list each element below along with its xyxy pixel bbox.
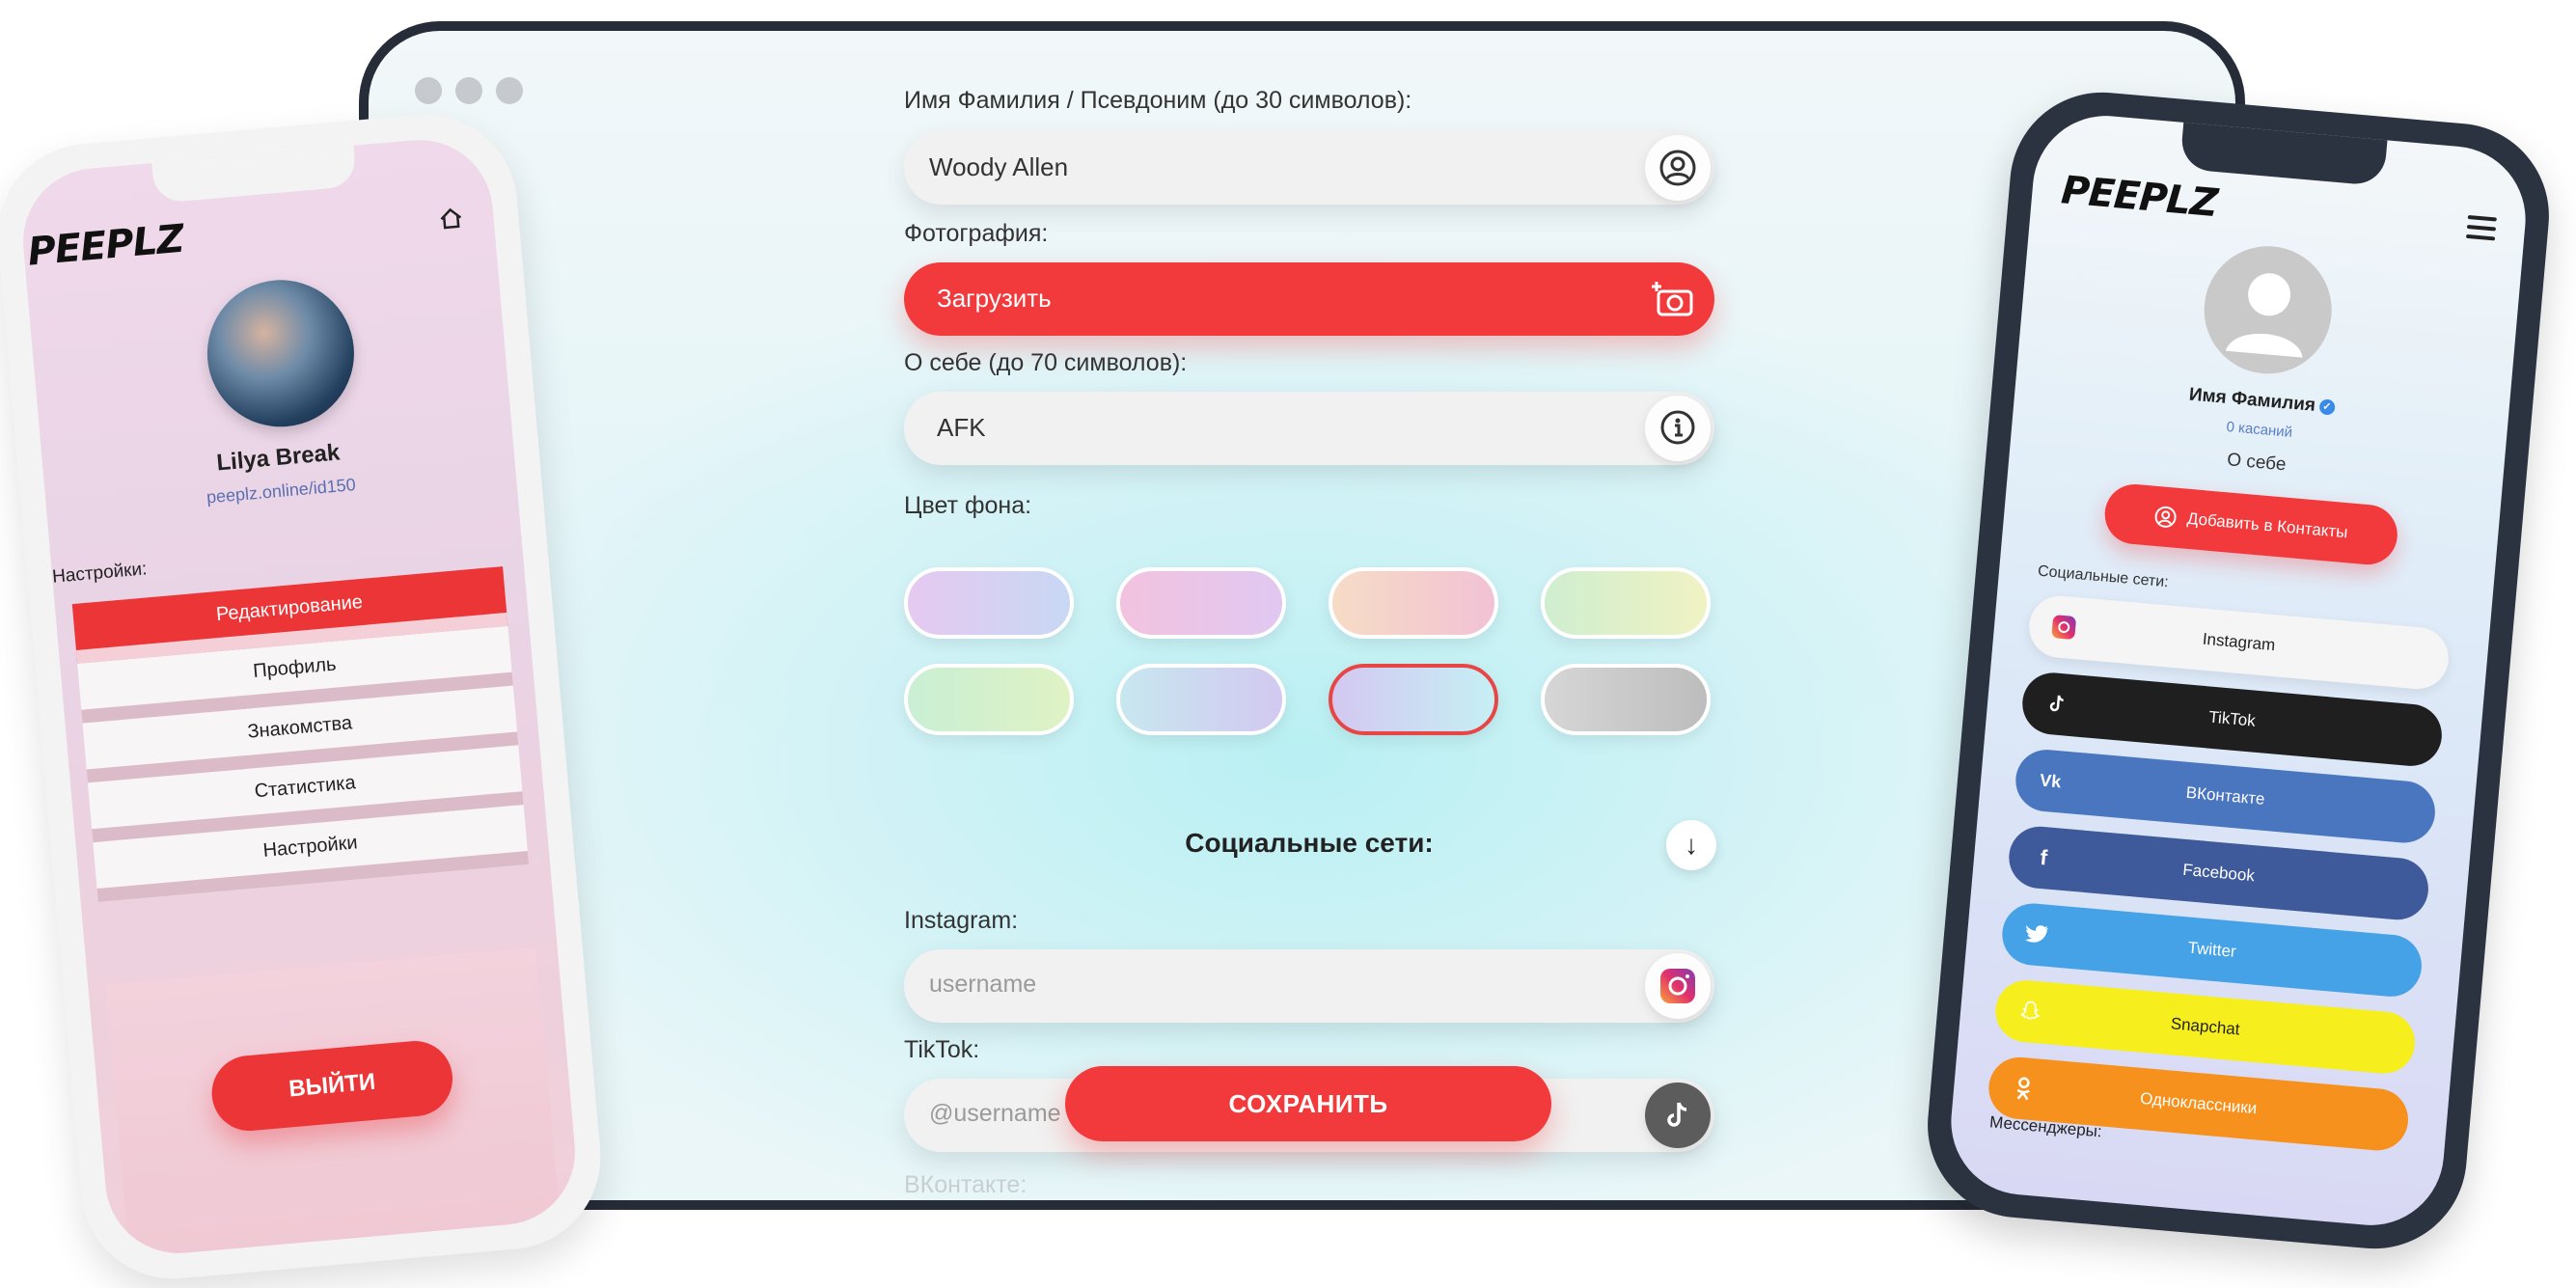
- avatar: [201, 273, 361, 433]
- edit-profile-form: Имя Фамилия / Псевдоним (до 30 символов)…: [904, 31, 1716, 1200]
- add-contact-icon: [2155, 506, 2178, 528]
- bg-color-swatch[interactable]: [904, 567, 1074, 639]
- instagram-placeholder[interactable]: username: [929, 971, 1036, 999]
- arrow-down-icon[interactable]: ↓: [1666, 820, 1716, 870]
- window-dot-maximize[interactable]: [496, 77, 523, 104]
- left-phone-notch: [151, 143, 358, 205]
- right-phone-body: PEEPLZ Имя Фамилия ✓ 0 касаний О себе Доб…: [1920, 84, 2557, 1257]
- profile-name: Имя Фамилия: [2188, 384, 2316, 416]
- window-dot-close[interactable]: [415, 77, 442, 104]
- left-phone-body: PEEPLZ Lilya Break peeplz.online/id150 Н…: [0, 106, 609, 1287]
- name-value[interactable]: Woody Allen: [929, 152, 1068, 182]
- social-link-label: Одноклассники: [2139, 1088, 2259, 1118]
- add-to-contacts-button[interactable]: Добавить в Контакты: [2102, 481, 2400, 567]
- social-link-label: Twitter: [2186, 938, 2237, 961]
- snapchat-icon: [2015, 997, 2044, 1026]
- instagram-label: Instagram:: [904, 907, 1019, 934]
- social-link-label: Instagram: [2202, 629, 2277, 655]
- peeplz-logo[interactable]: PEEPLZ: [2060, 168, 2219, 226]
- right-phone: PEEPLZ Имя Фамилия ✓ 0 касаний О себе Доб…: [1920, 84, 2557, 1257]
- window-dot-minimize[interactable]: [455, 77, 482, 104]
- add-photo-icon: [1651, 276, 1697, 327]
- user-circle-icon: [1645, 135, 1711, 201]
- home-icon[interactable]: [436, 204, 466, 237]
- settings-label: Настройки:: [51, 559, 149, 588]
- add-contact-label: Добавить в Контакты: [2186, 508, 2349, 542]
- instagram-icon: [1645, 953, 1711, 1019]
- right-phone-notch: [2179, 120, 2388, 187]
- left-phone: PEEPLZ Lilya Break peeplz.online/id150 Н…: [0, 106, 609, 1287]
- twitter-icon: [2022, 920, 2051, 949]
- instagram-icon: [2049, 613, 2078, 642]
- about-field[interactable]: AFK: [904, 392, 1714, 465]
- instagram-field[interactable]: username: [904, 949, 1714, 1023]
- odnoklassniki-icon: [2009, 1074, 2038, 1103]
- bg-color-swatch[interactable]: [1116, 664, 1286, 735]
- tiktok-placeholder[interactable]: @username: [929, 1100, 1061, 1128]
- window-controls: [415, 77, 523, 104]
- about-value[interactable]: AFK: [937, 413, 986, 443]
- upload-label: Загрузить: [937, 284, 1052, 313]
- name-field[interactable]: Woody Allen: [904, 131, 1714, 205]
- menu-icon[interactable]: [2465, 214, 2497, 247]
- tiktok-label: TikTok:: [904, 1036, 980, 1063]
- bg-color-swatch[interactable]: [1541, 567, 1711, 639]
- social-section-title: Социальные сети:: [1185, 828, 1434, 858]
- right-phone-screen: PEEPLZ Имя Фамилия ✓ 0 касаний О себе Доб…: [1945, 109, 2532, 1232]
- facebook-icon: f: [2039, 844, 2049, 870]
- social-link-label: Facebook: [2181, 860, 2256, 886]
- bg-color-swatch[interactable]: [904, 664, 1074, 735]
- social-link-label: TikTok: [2207, 707, 2257, 730]
- upload-photo-button[interactable]: Загрузить: [904, 262, 1714, 336]
- vk-icon: Vk: [2039, 770, 2063, 791]
- social-link-label: Snapchat: [2170, 1014, 2241, 1039]
- bg-color-swatch[interactable]: [1541, 664, 1711, 735]
- bg-color-swatch[interactable]: [1116, 567, 1286, 639]
- save-button[interactable]: СОХРАНИТЬ: [1065, 1066, 1551, 1141]
- left-phone-screen: PEEPLZ Lilya Break peeplz.online/id150 Н…: [16, 133, 582, 1260]
- settings-menu: Редактирование Профиль Знакомства Статистик…: [71, 566, 530, 902]
- vk-label: ВКонтакте:: [904, 1171, 1028, 1198]
- tiktok-icon: [2042, 690, 2071, 719]
- avatar-placeholder-icon: [2199, 240, 2338, 379]
- social-links-list: Instagram TikTok Vk ВКонтакте f Facebook Twitt…: [1985, 593, 2452, 1168]
- info-bubble-icon: [1645, 396, 1711, 461]
- tiktok-icon: [1645, 1082, 1711, 1148]
- bg-color-swatch[interactable]: [1329, 664, 1498, 735]
- about-label: О себе (до 70 символов):: [904, 349, 1188, 376]
- social-label: Социальные сети:: [2037, 562, 2170, 591]
- verified-icon: ✓: [2318, 398, 2336, 416]
- photo-label: Фотография:: [904, 220, 1049, 247]
- bg-color-label: Цвет фона:: [904, 492, 1032, 519]
- peeplz-logo[interactable]: PEEPLZ: [26, 217, 185, 275]
- bg-color-swatch[interactable]: [1329, 567, 1498, 639]
- name-label: Имя Фамилия / Псевдоним (до 30 символов)…: [904, 87, 1412, 114]
- social-link-label: ВКонтакте: [2185, 782, 2266, 808]
